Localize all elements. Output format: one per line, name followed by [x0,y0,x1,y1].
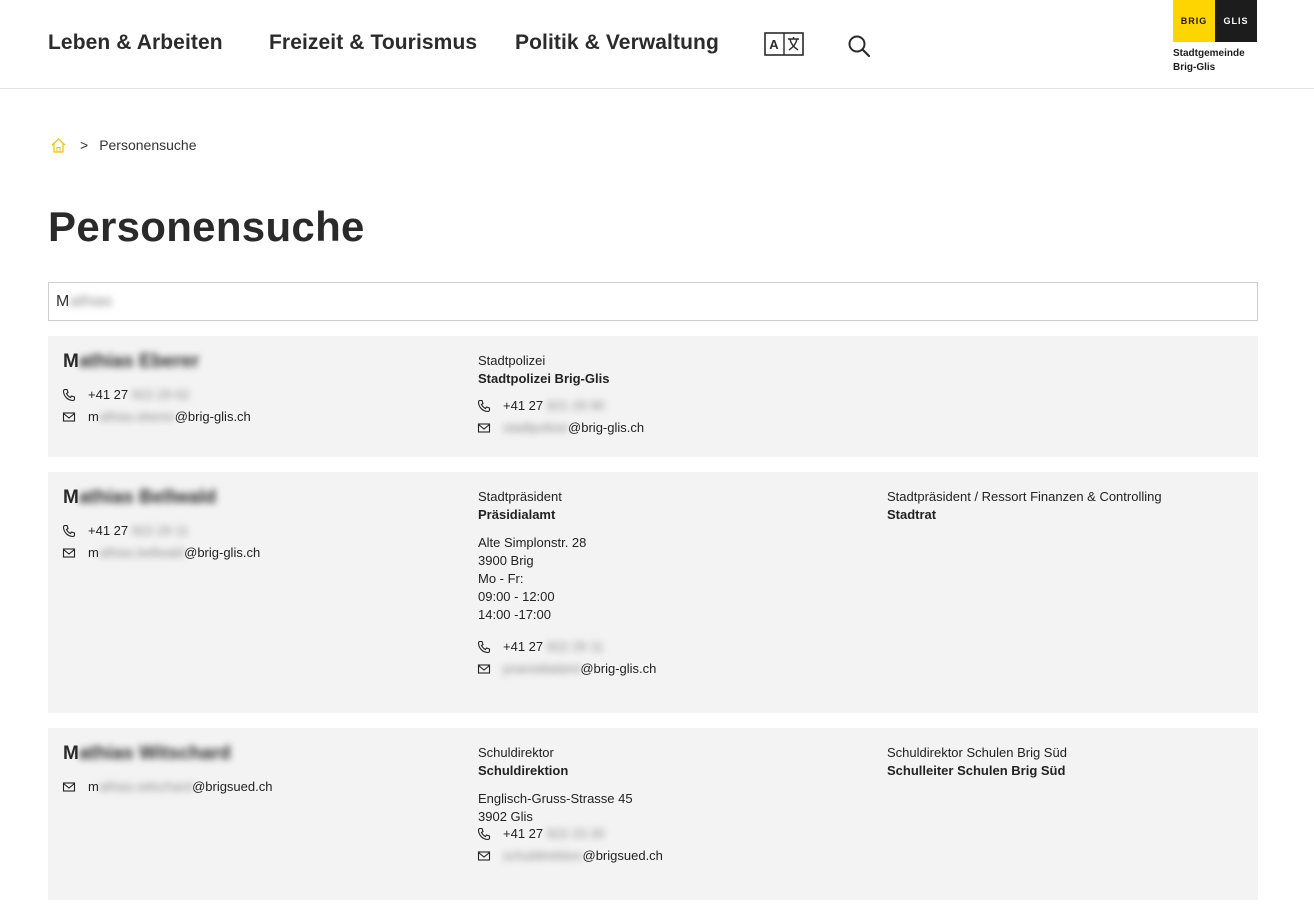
logo-line-2: Brig-Glis [1173,62,1216,73]
search-icon[interactable] [846,33,872,59]
search-value-blurred: athias [69,293,113,310]
logo-glis: GLIS [1215,0,1257,42]
hours-line: 14:00 -17:00 [478,607,552,622]
unit-email-domain: @brig-glis.ch [568,420,645,435]
unit-email-blurred: schuldirektion [503,848,583,863]
unit: Präsidialamt [478,507,556,522]
name-blurred: athias Bellwald [78,487,217,508]
unit-email-blurred: praesidialamt [503,661,581,676]
home-icon[interactable] [50,137,67,154]
email-start: m [88,545,99,560]
unit-phone[interactable]: +41 27 921 29 90 [503,398,605,413]
name-visible: M [63,743,79,764]
translate-icon[interactable]: A [764,32,804,56]
unit-phone[interactable]: +41 27 922 29 11 [503,639,604,654]
logo-brig: BRIG [1173,0,1215,42]
address-line: Englisch-Gruss-Strasse 45 [478,791,633,806]
person-phone[interactable]: +41 27 922 29 62 [88,387,190,402]
unit-phone-blurred: 922 29 11 [546,639,604,654]
person-phone[interactable]: +41 27 922 29 11 [88,523,189,538]
address-line: 3902 Glis [478,809,533,824]
unit-email[interactable]: stadtpolizei@brig-glis.ch [503,420,644,435]
name-blurred: athias Eberer [78,351,200,372]
unit-phone-blurred: 922 23 30 [546,826,605,841]
unit-phone-blurred: 921 29 90 [546,398,605,413]
unit-phone[interactable]: +41 27 922 23 30 [503,826,605,841]
page-title: Personensuche [48,203,365,250]
email-domain: @brig-glis.ch [174,409,251,424]
result-card: Mathias Bellwald +41 27 922 29 11 mathia… [48,472,1258,713]
unit-phone-prefix: +41 27 [503,398,544,413]
phone-icon [477,399,491,413]
breadcrumb-separator: > [80,137,89,153]
phone-icon [477,640,491,654]
logo-mark: BRIG GLIS [1173,0,1257,42]
unit-phone-prefix: +41 27 [503,826,544,841]
unit-secondary: Stadtrat [887,507,937,522]
role: Stadtpolizei [478,353,546,368]
person-email[interactable]: mathias.eberer@brig-glis.ch [88,409,251,424]
hours-line: 09:00 - 12:00 [478,589,555,604]
breadcrumb-current: Personensuche [99,137,197,153]
nav-freizeit-tourismus[interactable]: Freizeit & Tourismus [269,31,477,55]
mail-icon [477,851,491,861]
address-line: 3900 Brig [478,553,534,568]
mail-icon [62,782,76,792]
person-name: Mathias Bellwald [63,487,216,509]
person-name: Mathias Eberer [63,351,199,373]
svg-text:A: A [769,37,779,52]
breadcrumb: > Personensuche [50,136,196,154]
phone-icon [477,827,491,841]
nav-politik-verwaltung[interactable]: Politik & Verwaltung [515,31,719,55]
result-card: Mathias Witschard mathias.witschard@brig… [48,728,1258,900]
unit: Schuldirektion [478,763,569,778]
email-domain: @brig-glis.ch [184,545,261,560]
email-blurred: athias.witschard [98,779,193,794]
unit-email[interactable]: praesidialamt@brig-glis.ch [503,661,656,676]
unit-phone-prefix: +41 27 [503,639,544,654]
name-visible: M [63,351,79,372]
email-domain: @brigsued.ch [192,779,273,794]
person-name: Mathias Witschard [63,743,231,765]
result-card: Mathias Eberer +41 27 922 29 62 mathias.… [48,336,1258,457]
site-header: Leben & Arbeiten Freizeit & Tourismus Po… [0,0,1314,89]
name-blurred: athias Witschard [78,743,231,764]
role: Schuldirektor [478,745,554,760]
unit-secondary: Schulleiter Schulen Brig Süd [887,763,1066,778]
phone-icon [62,524,76,538]
unit: Stadtpolizei Brig-Glis [478,371,610,386]
phone-blurred: 922 29 62 [131,387,190,402]
role-secondary: Schuldirektor Schulen Brig Süd [887,745,1067,760]
mail-icon [477,664,491,674]
name-visible: M [63,487,79,508]
mail-icon [477,423,491,433]
mail-icon [62,412,76,422]
unit-email[interactable]: schuldirektion@brigsued.ch [503,848,663,863]
logo-line-1: Stadtgemeinde [1173,48,1245,59]
email-blurred: athias.bellwald [98,545,185,560]
hours-line: Mo - Fr: [478,571,524,586]
brig-glis-logo[interactable]: BRIG GLIS Stadtgemeinde Brig-Glis [1173,0,1257,76]
unit-email-blurred: stadtpolizei [503,420,569,435]
unit-email-domain: @brigsued.ch [582,848,663,863]
phone-blurred: 922 29 11 [131,523,189,538]
role: Stadtpräsident [478,489,562,504]
address-line: Alte Simplonstr. 28 [478,535,587,550]
nav-leben-arbeiten[interactable]: Leben & Arbeiten [48,31,223,55]
phone-icon [62,388,76,402]
phone-prefix: +41 27 [88,387,129,402]
role-secondary: Stadtpräsident / Ressort Finanzen & Cont… [887,489,1162,504]
search-value-visible: M [56,293,70,310]
person-email[interactable]: mathias.bellwald@brig-glis.ch [88,545,260,560]
phone-prefix: +41 27 [88,523,129,538]
email-start: m [88,409,99,424]
unit-email-domain: @brig-glis.ch [580,661,657,676]
email-blurred: athias.eberer [98,409,175,424]
person-email[interactable]: mathias.witschard@brigsued.ch [88,779,272,794]
email-start: m [88,779,99,794]
mail-icon [62,548,76,558]
person-search-input[interactable]: Mathias [48,282,1258,321]
